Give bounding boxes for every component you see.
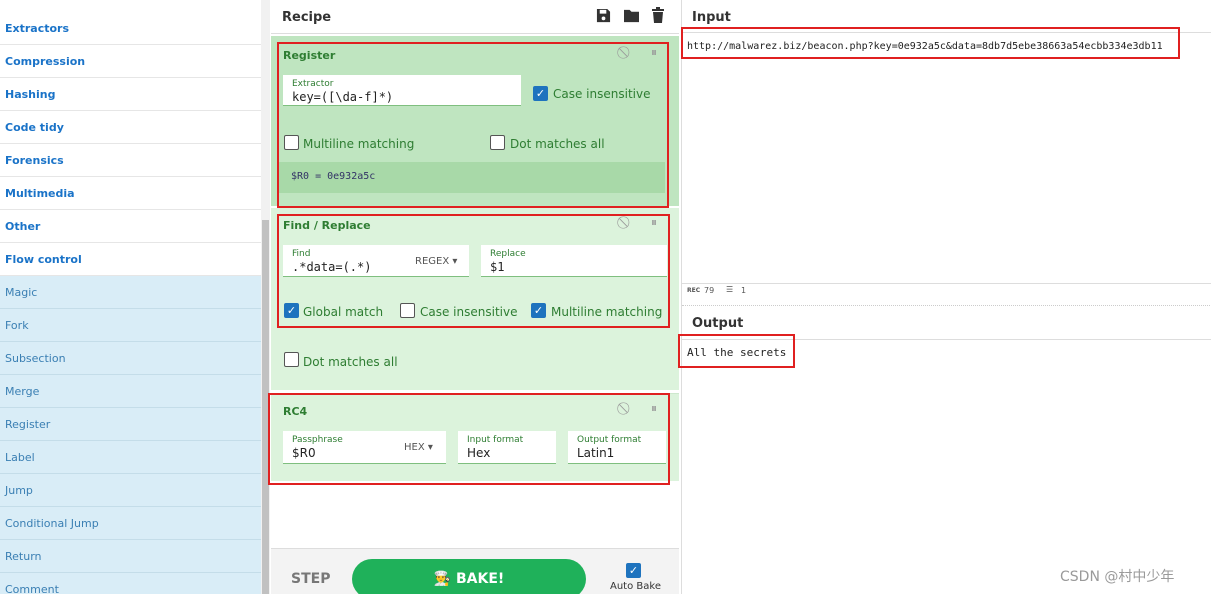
operations-sidebar: Extractors Compression Hashing Code tidy… [0,0,261,594]
operation-subsection[interactable]: Subsection [0,342,261,375]
bake-area: STEP 👨‍🍳 BAKE! ✓ Auto Bake [271,548,679,594]
bake-button[interactable]: 👨‍🍳 BAKE! [352,559,586,594]
output-title: Output [692,316,744,331]
bake-label: BAKE! [456,571,505,587]
watermark: CSDN @村中少年 [1060,569,1175,585]
recipe-title: Recipe [282,10,332,25]
dot-matches-all-label: Dot matches all [303,355,398,369]
auto-bake-checkbox[interactable]: ✓ [626,563,641,578]
input-length: 79 [704,286,715,295]
recipe-header: Recipe [271,0,679,34]
auto-bake-label: Auto Bake [610,581,661,592]
lines-icon: ☰ [726,285,734,294]
operation-return[interactable]: Return [0,540,261,573]
highlight-rc4 [268,393,670,485]
pane-resize-handle[interactable] [682,300,1211,306]
highlight-register [277,42,669,208]
input-title: Input [692,10,731,25]
save-icon[interactable] [596,8,611,26]
trash-icon[interactable] [651,7,665,26]
length-icon: REC [687,287,701,294]
operation-label[interactable]: Label [0,441,261,474]
input-status-bar: REC 79 ☰ 1 [682,283,1211,299]
folder-icon[interactable] [623,8,640,26]
category-extractors[interactable]: Extractors [0,12,261,45]
operation-jump[interactable]: Jump [0,474,261,507]
highlight-find-replace [277,214,670,328]
category-code-tidy[interactable]: Code tidy [0,111,261,144]
chef-icon: 👨‍🍳 [433,571,452,587]
category-other[interactable]: Other [0,210,261,243]
input-textarea[interactable]: http://malwarez.biz/beacon.php?key=0e932… [682,34,1211,283]
category-multimedia[interactable]: Multimedia [0,177,261,210]
operation-register[interactable]: Register [0,408,261,441]
highlight-input [681,27,1180,59]
operation-magic[interactable]: Magic [0,276,261,309]
step-button[interactable]: STEP [291,571,330,587]
operation-fork[interactable]: Fork [0,309,261,342]
operation-conditional-jump[interactable]: Conditional Jump [0,507,261,540]
cyberchef-app: Extractors Compression Hashing Code tidy… [0,0,1211,594]
operation-comment[interactable]: Comment [0,573,261,594]
output-textarea[interactable]: All the secrets [682,341,1211,594]
category-forensics[interactable]: Forensics [0,144,261,177]
io-panel: Input http://malwarez.biz/beacon.php?key… [681,0,1211,594]
operation-merge[interactable]: Merge [0,375,261,408]
category-flow-control[interactable]: Flow control [0,243,261,276]
highlight-output [678,334,795,368]
category-compression[interactable]: Compression [0,45,261,78]
dot-matches-all-checkbox[interactable] [284,352,299,367]
input-lines: 1 [741,286,747,295]
category-hashing[interactable]: Hashing [0,78,261,111]
